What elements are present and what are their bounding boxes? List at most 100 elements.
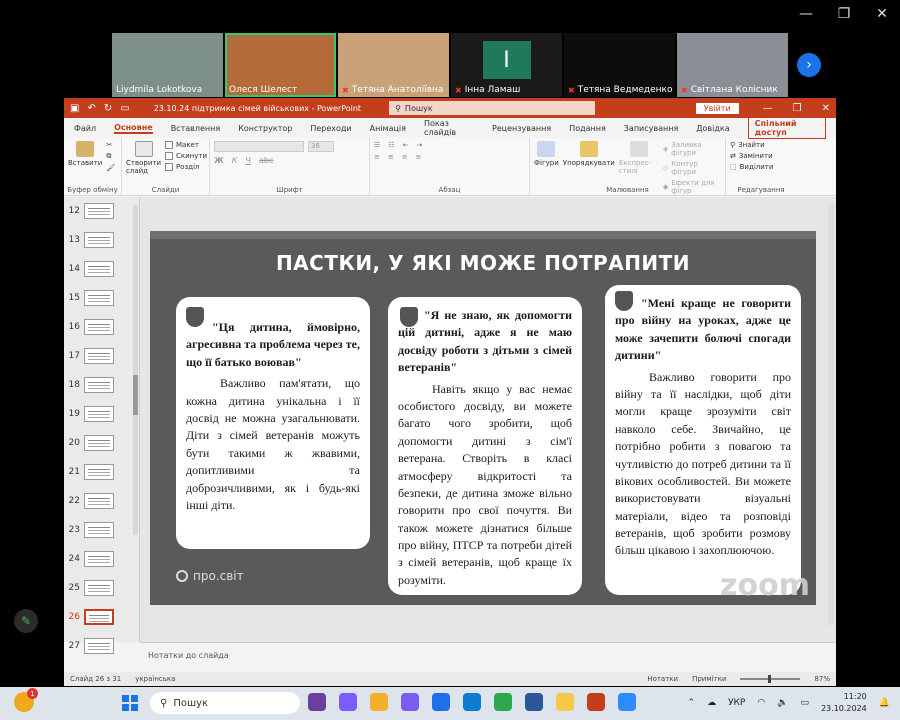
slide-thumbnail[interactable]: 23 [64,522,130,538]
slide-thumbnail[interactable]: 27 [64,638,130,654]
quick-styles-button[interactable]: Експрес-стилі [619,141,659,185]
participant-tile[interactable]: ✖ Тетяна Ведмеденко [564,33,675,97]
app-icon[interactable] [370,693,388,711]
section-button[interactable]: Розділ [165,163,207,171]
notes-toggle-button[interactable]: Нотатки [647,675,678,683]
outdent-icon[interactable]: ⇥ [416,141,422,149]
slide-thumbnail[interactable]: 24 [64,551,130,567]
close-icon[interactable]: ✕ [822,103,830,114]
slide-thumbnail[interactable]: 20 [64,435,130,451]
keyboard-lang[interactable]: УКР [728,698,745,708]
slide-thumbnail[interactable]: 15 [64,290,130,306]
next-page-arrow-icon[interactable]: › [797,53,821,77]
zoom-slider[interactable] [740,675,801,683]
widgets-weather-icon[interactable]: 1 [14,688,38,712]
shape-outline-button[interactable]: ◇ Контур фігури [663,160,721,176]
format-painter-icon[interactable]: 🖌 [106,164,115,172]
align-right-icon[interactable]: ≡ [402,153,408,161]
annotate-pen-icon[interactable]: ✎ [14,609,38,633]
shapes-button[interactable]: Фігури [534,141,559,185]
tab-record[interactable]: Записування [624,124,678,133]
participant-tile[interactable]: ✖ Тетяна Анатоліївна [338,33,449,97]
participant-tile-active-speaker[interactable]: Олеся Шелест [225,33,336,97]
viber-icon[interactable] [401,693,419,711]
app-icon[interactable] [308,693,326,711]
slide[interactable]: ПАСТКИ, У ЯКІ МОЖЕ ПОТРАПИТИ "Ця дитина,… [150,231,816,605]
arrange-button[interactable]: Упорядкувати [563,141,615,185]
slideshow-icon[interactable]: ▭ [120,103,129,114]
slide-thumbnail[interactable]: 19 [64,406,130,422]
bullets-icon[interactable]: ☰ [374,141,380,149]
tab-review[interactable]: Рецензування [492,124,551,133]
replace-button[interactable]: ⇄ Замінити [730,152,773,160]
app-icon[interactable] [432,693,450,711]
slide-thumbnail-current[interactable]: 26 [64,609,130,625]
layout-button[interactable]: Макет [165,141,207,149]
tab-view[interactable]: Подання [569,124,606,133]
slide-thumbnail[interactable]: 21 [64,464,130,480]
tab-home[interactable]: Основне [114,123,153,134]
slide-thumbnail[interactable]: 14 [64,261,130,277]
sign-in-button[interactable]: Увійти [695,102,739,114]
close-icon[interactable]: ✕ [874,6,890,22]
select-button[interactable]: ⬚ Виділити [730,163,773,171]
shape-fill-button[interactable]: ◈ Заливка фігури [663,141,721,157]
taskbar-search[interactable]: ⚲ Пошук [150,692,300,714]
font-size-select[interactable]: 36 [308,141,334,152]
participant-tile[interactable]: I ✖ Інна Ламаш [451,33,562,97]
tab-file[interactable]: Файл [74,124,96,133]
redo-icon[interactable]: ↻ [104,103,112,114]
word-icon[interactable] [525,693,543,711]
tab-insert[interactable]: Вставлення [171,124,220,133]
font-family-select[interactable] [214,141,304,152]
tab-help[interactable]: Довідка [696,124,729,133]
cloud-icon[interactable]: ☁ [707,698,716,708]
copy-icon[interactable]: ⧉ [106,152,115,161]
undo-icon[interactable]: ↶ [87,103,95,114]
participant-tile[interactable]: ✖ Світлана Колісник [677,33,788,97]
align-center-icon[interactable]: ≡ [388,153,394,161]
slide-thumbnail[interactable]: 22 [64,493,130,509]
indent-icon[interactable]: ⇤ [403,141,409,149]
numbering-icon[interactable]: ☷ [388,141,394,149]
volume-icon[interactable]: 🔈 [777,698,788,708]
strikethrough-icon[interactable]: abc [259,156,273,165]
edge-icon[interactable] [463,693,481,711]
zoom-app-icon[interactable] [618,693,636,711]
chrome-icon[interactable] [494,693,512,711]
slide-thumbnail[interactable]: 12 [64,203,130,219]
justify-icon[interactable]: ≡ [416,153,422,161]
cut-icon[interactable]: ✂ [106,141,115,149]
slide-thumbnail[interactable]: 17 [64,348,130,364]
clock[interactable]: 11:20 23.10.2024 [821,691,867,715]
tab-transitions[interactable]: Переходи [310,124,351,133]
file-explorer-icon[interactable] [556,693,574,711]
powerpoint-icon[interactable] [587,693,605,711]
minimize-icon[interactable]: — [763,103,773,114]
battery-icon[interactable]: ▭ [800,698,809,708]
save-icon[interactable]: ▣ [70,103,79,114]
slide-thumbnail[interactable]: 13 [64,232,130,248]
participant-tile[interactable]: Liydmila Lokotkova [112,33,223,97]
underline-icon[interactable]: Ч [245,156,250,165]
find-button[interactable]: ⚲ Знайти [730,141,773,149]
zoom-level[interactable]: 87% [814,675,830,683]
tab-slideshow[interactable]: Показ слайдів [424,119,474,137]
slide-thumbnail[interactable]: 18 [64,377,130,393]
italic-icon[interactable]: К [232,156,238,165]
windows-start-icon[interactable] [122,695,138,711]
notes-pane[interactable]: Нотатки до слайда [140,642,836,668]
align-left-icon[interactable]: ≡ [374,153,380,161]
slide-thumbnail[interactable]: 25 [64,580,130,596]
search-box[interactable]: ⚲ Пошук [389,101,596,115]
language-indicator[interactable]: українська [135,675,175,683]
app-icon[interactable] [339,693,357,711]
tab-animations[interactable]: Анімація [370,124,406,133]
tab-design[interactable]: Конструктор [238,124,292,133]
bold-icon[interactable]: Ж [214,156,224,165]
new-slide-button[interactable]: Створити слайд [126,141,161,185]
paste-button[interactable]: Вставити [68,141,102,185]
wifi-icon[interactable]: ◠ [757,698,765,708]
comments-toggle-button[interactable]: Примітки [692,675,726,683]
slide-thumbnail[interactable]: 16 [64,319,130,335]
